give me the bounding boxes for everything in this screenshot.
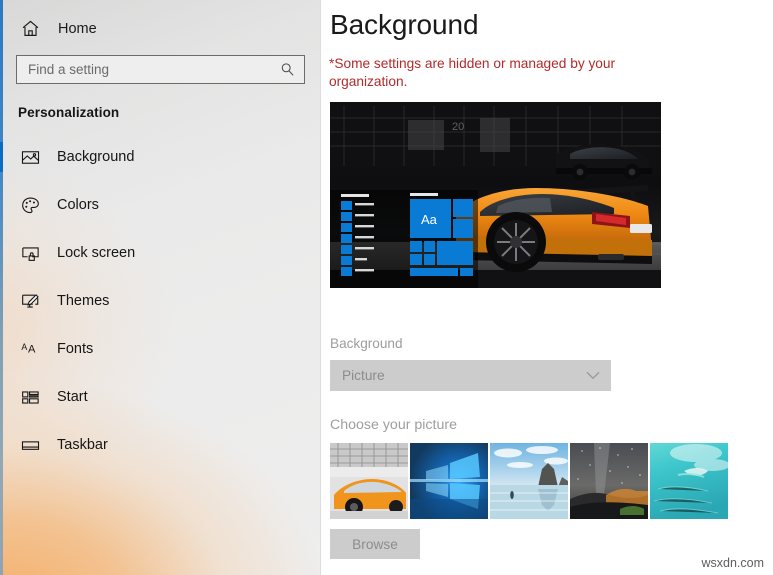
svg-text:20: 20 bbox=[452, 121, 464, 133]
search-input[interactable] bbox=[17, 56, 304, 83]
sidebar-item-colors-label: Colors bbox=[57, 197, 99, 213]
search-container bbox=[0, 45, 321, 84]
preview-image: 20 Aa bbox=[330, 102, 661, 288]
palette-icon bbox=[20, 195, 41, 216]
sidebar-item-themes-label: Themes bbox=[57, 293, 110, 309]
svg-text:A: A bbox=[28, 343, 36, 355]
desktop-preview: 20 Aa bbox=[330, 102, 661, 288]
sidebar-item-lock-screen-label: Lock screen bbox=[57, 245, 136, 261]
background-field-label: Background bbox=[330, 336, 403, 351]
sidebar-item-background[interactable]: Background bbox=[0, 133, 321, 181]
sidebar-nav-list: Background Colors Lock screen Themes A A… bbox=[0, 133, 321, 469]
brush-monitor-icon bbox=[20, 291, 41, 312]
sidebar-item-background-label: Background bbox=[57, 149, 135, 165]
sidebar-item-home[interactable]: Home bbox=[0, 12, 321, 45]
svg-text:A: A bbox=[21, 341, 27, 351]
sidebar-item-home-label: Home bbox=[58, 20, 97, 37]
thumb-milky-way[interactable] bbox=[570, 443, 648, 519]
choose-picture-label: Choose your picture bbox=[330, 417, 457, 433]
home-icon bbox=[20, 18, 41, 39]
start-tiles-icon bbox=[20, 387, 41, 408]
page-title: Background bbox=[330, 9, 479, 40]
chevron-down-icon bbox=[586, 367, 600, 385]
background-type-value: Picture bbox=[342, 368, 385, 383]
sidebar-item-start[interactable]: Start bbox=[0, 373, 321, 421]
settings-sidebar: Home Personalization bbox=[0, 0, 321, 575]
sidebar-section-title: Personalization bbox=[18, 105, 120, 120]
sidebar-item-fonts[interactable]: A A Fonts bbox=[0, 325, 321, 373]
search-box[interactable] bbox=[16, 55, 305, 84]
picture-thumbnail-list bbox=[330, 443, 773, 519]
thumb-orange-car[interactable] bbox=[330, 443, 408, 519]
picture-icon bbox=[20, 147, 41, 168]
browse-button-label: Browse bbox=[352, 536, 398, 552]
thumb-turquoise-sea[interactable] bbox=[650, 443, 728, 519]
sidebar-item-taskbar[interactable]: Taskbar bbox=[0, 421, 321, 469]
settings-content-pane: Background *Some settings are hidden or … bbox=[321, 0, 773, 575]
search-icon[interactable] bbox=[280, 62, 295, 82]
thumb-windows-hero[interactable] bbox=[410, 443, 488, 519]
svg-text:Aa: Aa bbox=[421, 212, 438, 227]
organization-warning: *Some settings are hidden or managed by … bbox=[329, 56, 616, 89]
sidebar-item-taskbar-label: Taskbar bbox=[57, 437, 108, 453]
sidebar-item-colors[interactable]: Colors bbox=[0, 181, 321, 229]
sidebar-item-fonts-label: Fonts bbox=[57, 341, 94, 357]
sidebar-item-start-label: Start bbox=[57, 389, 88, 405]
sidebar-item-themes[interactable]: Themes bbox=[0, 277, 321, 325]
sidebar-item-lock-screen[interactable]: Lock screen bbox=[0, 229, 321, 277]
browse-button[interactable]: Browse bbox=[330, 529, 420, 559]
settings-window: Home Personalization bbox=[0, 0, 773, 575]
thumb-beach-rock[interactable] bbox=[490, 443, 568, 519]
site-watermark: wsxdn.com bbox=[701, 556, 764, 570]
lock-screen-icon bbox=[20, 243, 41, 264]
fonts-aa-icon: A A bbox=[20, 339, 41, 360]
background-type-select[interactable]: Picture bbox=[330, 360, 611, 391]
taskbar-icon bbox=[20, 435, 41, 456]
